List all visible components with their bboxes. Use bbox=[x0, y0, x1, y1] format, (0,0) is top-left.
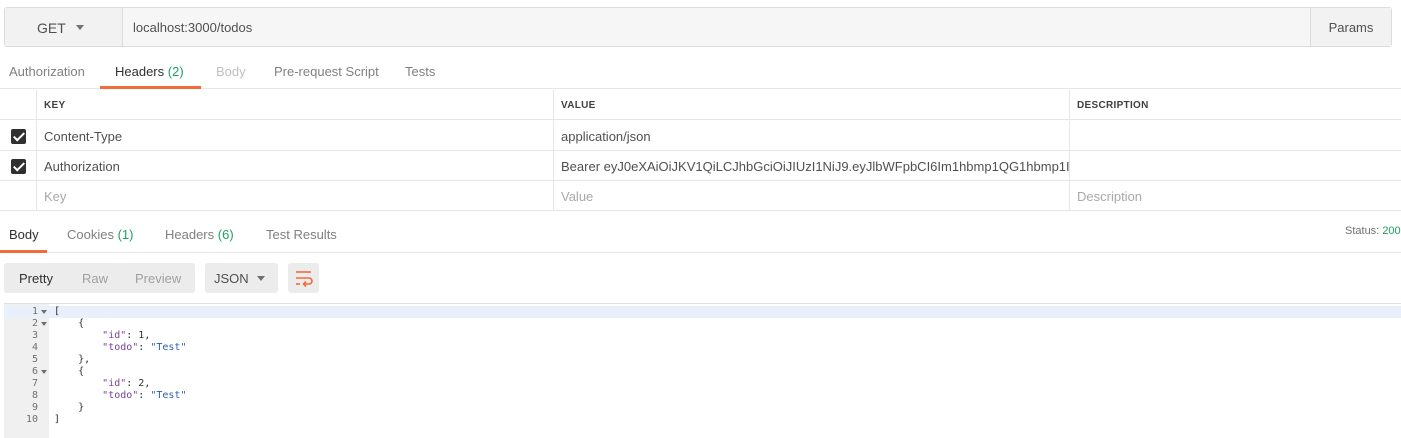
headers-count-badge: (2) bbox=[167, 64, 184, 79]
row-checkbox-cell bbox=[0, 121, 36, 151]
line-number: 8 bbox=[31, 390, 38, 401]
pretty-button[interactable]: Pretty bbox=[19, 271, 53, 286]
code-text: "todo": "Test" bbox=[102, 390, 187, 401]
row-checkbox-cell bbox=[0, 151, 36, 181]
response-status: Status: 200 bbox=[1345, 225, 1401, 237]
wrap-lines-icon bbox=[296, 271, 313, 288]
new-description-input[interactable]: Description bbox=[1069, 181, 1401, 211]
code-line: 3 "id": 1, bbox=[4, 330, 1401, 342]
header-key-cell[interactable]: Authorization bbox=[36, 151, 553, 181]
code-text: } bbox=[54, 402, 85, 413]
line-number: 9 bbox=[31, 402, 38, 413]
request-tabs: Authorization Headers (2) Body Pre-reque… bbox=[0, 58, 1401, 89]
cookies-count-badge: (1) bbox=[117, 227, 134, 242]
row-checkbox[interactable] bbox=[10, 128, 26, 144]
column-header-description: DESCRIPTION bbox=[1069, 90, 1401, 120]
code-text: ] bbox=[54, 414, 61, 425]
code-line: 2 { bbox=[4, 318, 1401, 330]
tab-tests[interactable]: Tests bbox=[405, 64, 435, 79]
table-header-row: KEY VALUE DESCRIPTION bbox=[0, 90, 1401, 120]
method-label: GET bbox=[37, 20, 66, 36]
status-code: 200 bbox=[1382, 225, 1401, 237]
status-label: Status: bbox=[1345, 225, 1380, 237]
line-number: 3 bbox=[31, 330, 38, 341]
params-button[interactable]: Params bbox=[1310, 8, 1391, 46]
response-tabs: Body Cookies (1) Headers (6) Test Result… bbox=[0, 218, 1401, 253]
active-tab-indicator bbox=[100, 86, 201, 89]
header-description-cell[interactable] bbox=[1069, 121, 1401, 151]
table-row: Authorization Bearer eyJ0eXAiOiJKV1QiLCJ… bbox=[0, 151, 1401, 181]
code-line: 1[ bbox=[4, 306, 1401, 318]
tab-authorization[interactable]: Authorization bbox=[9, 64, 85, 79]
tab-response-body[interactable]: Body bbox=[9, 227, 39, 242]
column-header-value: VALUE bbox=[553, 90, 1070, 120]
response-body-editor[interactable]: 1[2 {3 "id": 1, 4 "todo": "Test" 5 }, 6 {7 … bbox=[4, 303, 1401, 438]
header-description-cell[interactable] bbox=[1069, 151, 1401, 181]
fold-arrow-icon[interactable] bbox=[41, 310, 47, 314]
tab-cookies[interactable]: Cookies (1) bbox=[67, 227, 133, 242]
view-mode-toggle: Pretty Raw Preview bbox=[4, 263, 195, 293]
code-line: 6 { bbox=[4, 366, 1401, 378]
method-select[interactable]: GET bbox=[5, 8, 123, 46]
tab-pre-request-script[interactable]: Pre-request Script bbox=[274, 64, 379, 79]
format-label: JSON bbox=[214, 271, 249, 286]
url-input[interactable] bbox=[123, 8, 1311, 46]
fold-arrow-icon[interactable] bbox=[41, 322, 47, 326]
row-checkbox-cell bbox=[0, 181, 36, 211]
line-number: 7 bbox=[31, 378, 38, 389]
code-line: 7 "id": 2, bbox=[4, 378, 1401, 390]
wrap-lines-button[interactable] bbox=[288, 263, 319, 293]
format-select[interactable]: JSON bbox=[205, 263, 278, 293]
code-line: 8 "todo": "Test" bbox=[4, 390, 1401, 402]
fold-arrow-icon[interactable] bbox=[41, 370, 47, 374]
new-value-input[interactable]: Value bbox=[553, 181, 1070, 211]
preview-button[interactable]: Preview bbox=[135, 271, 181, 286]
code-line: 5 }, bbox=[4, 354, 1401, 366]
line-number: 1 bbox=[31, 306, 38, 317]
chevron-down-icon bbox=[76, 25, 84, 30]
code-text: "todo": "Test" bbox=[102, 342, 187, 353]
code-line: 4 "todo": "Test" bbox=[4, 342, 1401, 354]
row-checkbox[interactable] bbox=[10, 158, 26, 174]
chevron-down-icon bbox=[257, 276, 265, 281]
code-text: "id": 1, bbox=[102, 330, 151, 341]
tab-response-headers-label: Headers bbox=[165, 227, 215, 242]
header-checkbox-cell bbox=[0, 90, 36, 120]
tab-cookies-label: Cookies bbox=[67, 227, 114, 242]
code-text: "id": 2, bbox=[102, 378, 151, 389]
line-number: 4 bbox=[31, 342, 38, 353]
line-number: 10 bbox=[25, 414, 38, 425]
code-text: { bbox=[54, 318, 85, 329]
raw-button[interactable]: Raw bbox=[82, 271, 108, 286]
code-text: { bbox=[54, 366, 85, 377]
header-value-cell[interactable]: application/json bbox=[553, 121, 1070, 151]
response-headers-count-badge: (6) bbox=[217, 227, 234, 242]
code-text: [ bbox=[54, 306, 61, 317]
line-number: 6 bbox=[31, 366, 38, 377]
header-key-cell[interactable]: Content-Type bbox=[36, 121, 553, 151]
column-header-key: KEY bbox=[36, 90, 553, 120]
tab-headers-label: Headers bbox=[115, 64, 165, 79]
code-line: 9 } bbox=[4, 402, 1401, 414]
new-key-input[interactable]: Key bbox=[36, 181, 553, 211]
request-url-bar: GET Params bbox=[4, 7, 1392, 47]
active-tab-indicator bbox=[0, 250, 47, 253]
tab-headers[interactable]: Headers (2) bbox=[115, 64, 184, 79]
tab-response-headers[interactable]: Headers (6) bbox=[165, 227, 234, 242]
table-row: Content-Type application/json bbox=[0, 121, 1401, 151]
new-header-row: Key Value Description bbox=[0, 181, 1401, 211]
tab-test-results[interactable]: Test Results bbox=[266, 227, 337, 242]
header-value-cell[interactable]: Bearer eyJ0eXAiOiJKV1QiLCJhbGciOiJIUzI1N… bbox=[553, 151, 1070, 181]
line-number: 5 bbox=[31, 354, 38, 365]
line-number: 2 bbox=[31, 318, 38, 329]
code-text: }, bbox=[54, 354, 91, 365]
code-line: 10] bbox=[4, 414, 1401, 426]
tab-body[interactable]: Body bbox=[216, 64, 246, 79]
